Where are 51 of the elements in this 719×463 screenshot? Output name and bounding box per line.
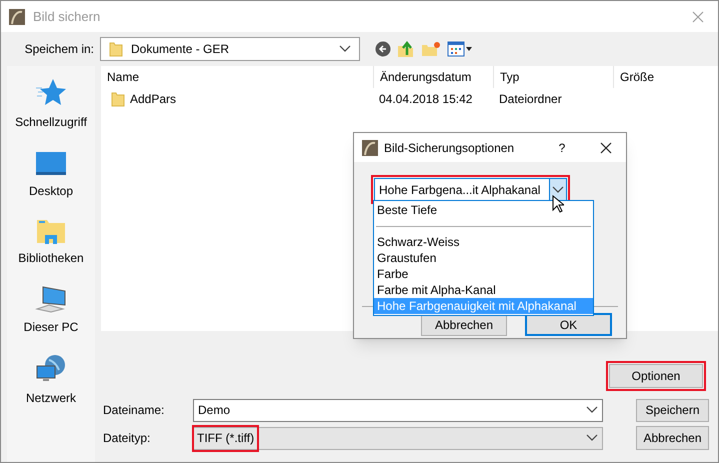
table-cell-text: Dateiordner xyxy=(498,91,563,108)
filename-field[interactable]: Demo xyxy=(193,398,603,422)
depth-dropdown[interactable]: Hohe Farbgena...it Alphakanal xyxy=(374,178,567,201)
close-icon[interactable] xyxy=(600,142,612,154)
folder-icon xyxy=(109,41,123,57)
dropdown-option[interactable]: Farbe xyxy=(374,266,593,282)
back-icon[interactable] xyxy=(375,41,391,57)
sidebar-item[interactable]: Dieser PC xyxy=(24,318,78,336)
location-label: Speichem in: xyxy=(24,41,95,58)
sidebar-item[interactable]: Netzwerk xyxy=(26,389,76,407)
window-title: Bild sichern xyxy=(33,8,100,26)
options-button[interactable]: Optionen xyxy=(609,364,703,388)
filetype-label: Dateityp: xyxy=(102,430,152,447)
ok-button[interactable]: OK xyxy=(525,313,612,336)
dropdown-option[interactable]: Beste Tiefe xyxy=(374,202,593,218)
chevron-down-icon xyxy=(552,186,564,194)
file-name[interactable]: AddPars xyxy=(130,90,176,108)
filetype-value: TIFF (*.tiff) xyxy=(192,424,260,452)
sidebar-item[interactable]: Schnellzugriff xyxy=(15,113,87,131)
chevron-down-icon xyxy=(586,406,598,414)
save-button[interactable]: Speichern xyxy=(636,398,709,422)
help-button[interactable]: ? xyxy=(552,138,572,156)
location-value: Dokumente - GER xyxy=(131,41,230,58)
chevron-down-icon xyxy=(339,45,351,53)
new-folder-icon[interactable] xyxy=(421,41,441,57)
column-header[interactable]: Änderungsdatum xyxy=(373,66,493,88)
location-dropdown[interactable]: Dokumente - GER xyxy=(100,37,360,61)
dialog-title: Bild-Sicherungsoptionen xyxy=(384,140,516,156)
folder-icon xyxy=(111,91,125,107)
star-icon xyxy=(34,78,67,108)
desktop-icon xyxy=(35,149,67,177)
view-menu-icon[interactable] xyxy=(447,41,473,57)
network-icon xyxy=(34,354,67,384)
app-logo-icon xyxy=(362,140,378,156)
app-logo-icon xyxy=(9,8,25,24)
column-header[interactable]: Typ xyxy=(493,66,613,88)
library-folder-icon xyxy=(36,218,66,244)
dropdown-option[interactable]: Farbe mit Alpha-Kanal xyxy=(374,282,593,298)
up-folder-icon[interactable] xyxy=(397,40,415,58)
computer-icon xyxy=(35,285,67,313)
filetype-dropdown[interactable]: TIFF (*.tiff) xyxy=(193,426,603,450)
chevron-down-icon xyxy=(586,434,598,442)
column-header[interactable]: Name xyxy=(101,66,373,88)
dropdown-option[interactable]: Schwarz-Weiss xyxy=(374,234,593,250)
cancel-button[interactable]: Abbrechen xyxy=(636,426,709,450)
column-header[interactable]: Größe xyxy=(613,66,693,88)
sidebar-item[interactable]: Desktop xyxy=(28,182,74,200)
filename-label: Dateiname: xyxy=(102,402,166,419)
table-cell-text: 04.04.2018 15:42 xyxy=(378,91,474,108)
dropdown-option[interactable]: Graustufen xyxy=(374,250,593,266)
sidebar-item[interactable]: Bibliotheken xyxy=(18,249,84,267)
